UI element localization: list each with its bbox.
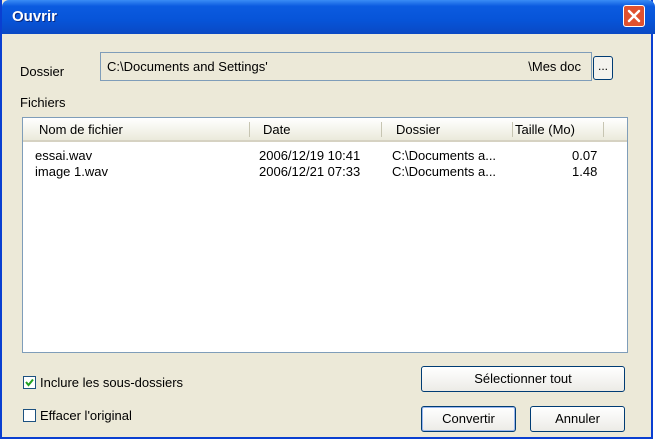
column-header-size[interactable]: Taille (Mo): [515, 122, 575, 137]
column-header-date[interactable]: Date: [263, 122, 290, 137]
column-separator[interactable]: [603, 122, 604, 137]
close-icon: [627, 9, 641, 23]
close-button[interactable]: [623, 5, 645, 27]
file-list-header: Nom de fichier Date Dossier Taille (Mo): [23, 118, 627, 142]
checkmark-icon: [25, 378, 34, 387]
delete-original-label[interactable]: Effacer l'original: [40, 408, 132, 423]
delete-original-checkbox[interactable]: [23, 409, 36, 422]
title-bar[interactable]: Ouvrir: [2, 0, 655, 34]
file-folder: C:\Documents a...: [392, 148, 497, 163]
browse-button[interactable]: ...: [593, 56, 613, 80]
folder-path-end: \Mes doc: [528, 59, 581, 74]
fichiers-label: Fichiers: [20, 95, 66, 110]
file-date: 2006/12/19 10:41: [259, 148, 361, 163]
file-list[interactable]: Nom de fichier Date Dossier Taille (Mo) …: [22, 117, 628, 353]
column-separator[interactable]: [249, 122, 250, 137]
file-date: 2006/12/21 07:33: [259, 164, 361, 179]
table-row[interactable]: image 1.wav 2006/12/21 07:33 C:\Document…: [23, 164, 627, 180]
column-header-folder[interactable]: Dossier: [396, 122, 440, 137]
column-separator[interactable]: [381, 122, 382, 137]
file-name: image 1.wav: [35, 164, 108, 179]
dossier-label: Dossier: [20, 64, 65, 79]
include-subfolders-checkbox[interactable]: [23, 376, 36, 389]
table-row[interactable]: essai.wav 2006/12/19 10:41 C:\Documents …: [23, 148, 627, 164]
folder-path-start: C:\Documents and Settings': [107, 59, 268, 74]
include-subfolders-label[interactable]: Inclure les sous-dossiers: [40, 375, 183, 390]
column-separator[interactable]: [512, 122, 513, 137]
folder-path-field[interactable]: C:\Documents and Settings' \Mes doc: [100, 52, 592, 81]
open-dialog: Ouvrir Dossier C:\Documents and Settings…: [0, 0, 655, 439]
column-header-name[interactable]: Nom de fichier: [39, 122, 123, 137]
file-size: 1.48: [572, 164, 598, 179]
file-folder: C:\Documents a...: [392, 164, 497, 179]
convert-button[interactable]: Convertir: [421, 406, 516, 432]
file-size: 0.07: [572, 148, 598, 163]
window-title: Ouvrir: [12, 8, 58, 25]
file-name: essai.wav: [35, 148, 93, 163]
cancel-button[interactable]: Annuler: [530, 406, 625, 432]
select-all-button[interactable]: Sélectionner tout: [421, 366, 625, 392]
